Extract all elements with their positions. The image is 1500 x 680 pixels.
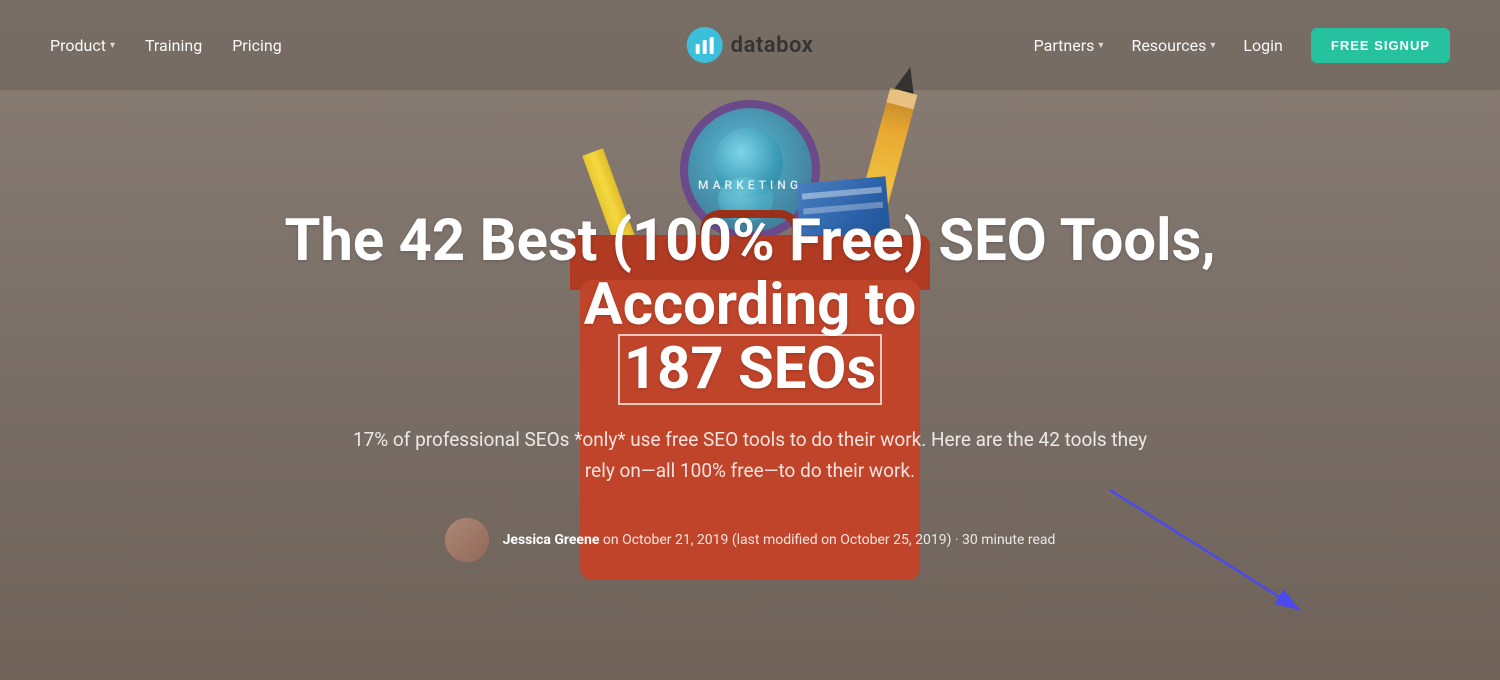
chevron-down-icon: ▾: [110, 40, 115, 51]
logo-icon: [687, 27, 723, 63]
annotation-arrow: [1100, 480, 1320, 620]
nav-partners-link[interactable]: Partners ▾: [1034, 36, 1104, 55]
logo-text: databox: [731, 33, 814, 58]
author-name: Jessica Greene: [503, 532, 600, 548]
author-metadata: Jessica Greene on October 21, 2019 (last…: [503, 532, 1056, 548]
nav-login-link[interactable]: Login: [1243, 36, 1282, 55]
main-navigation: Product ▾ Training Pricing databox Partn…: [0, 0, 1500, 90]
free-signup-button[interactable]: FREE SIGNUP: [1311, 28, 1450, 63]
article-title: The 42 Best (100% Free) SEO Tools, Accor…: [200, 210, 1300, 401]
author-avatar: [445, 518, 489, 562]
title-highlight: 187 SEOs: [624, 338, 876, 402]
nav-pricing-link[interactable]: Pricing: [232, 36, 282, 55]
avatar-image: [445, 518, 489, 562]
author-date-read: on October 21, 2019 (last modified on Oc…: [603, 532, 1056, 548]
chevron-down-icon: ▾: [1210, 40, 1215, 51]
article-category: MARKETING: [698, 178, 802, 192]
nav-training-link[interactable]: Training: [145, 36, 202, 55]
nav-product-link[interactable]: Product ▾: [50, 36, 115, 55]
nav-resources-link[interactable]: Resources ▾: [1131, 36, 1215, 55]
site-logo[interactable]: databox: [687, 27, 814, 63]
nav-right: Partners ▾ Resources ▾ Login FREE SIGNUP: [1034, 28, 1450, 63]
article-subtitle: 17% of professional SEOs *only* use free…: [340, 425, 1160, 486]
nav-left: Product ▾ Training Pricing: [50, 36, 282, 55]
chevron-down-icon: ▾: [1098, 40, 1103, 51]
author-info: Jessica Greene on October 21, 2019 (last…: [445, 518, 1056, 562]
